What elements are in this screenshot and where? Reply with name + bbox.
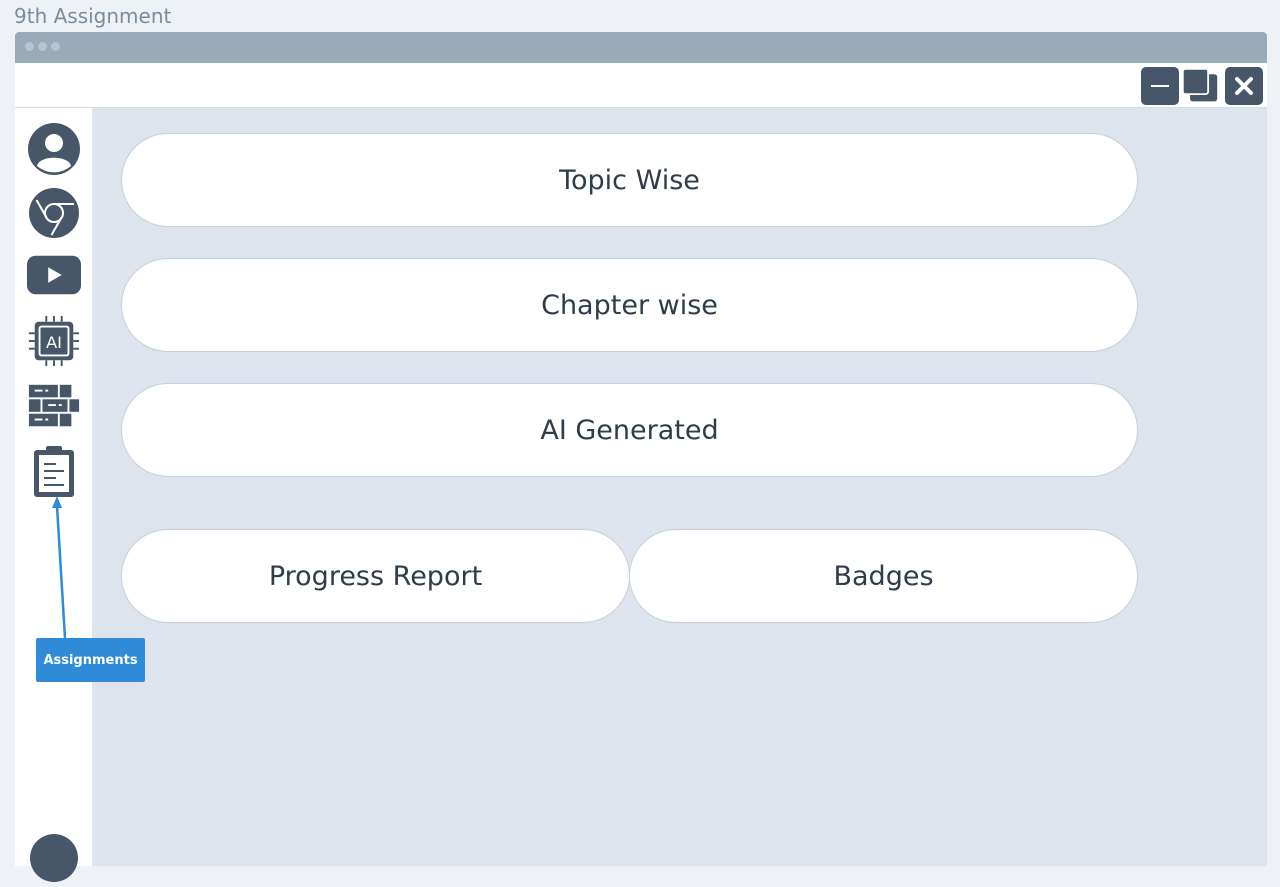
badges-button[interactable]: Badges <box>629 529 1138 623</box>
assignments-tooltip: Assignments <box>36 638 145 682</box>
restore-icon <box>1181 67 1218 102</box>
sidebar: AI <box>15 108 92 882</box>
progress-report-button[interactable]: Progress Report <box>121 529 630 623</box>
clipboard-icon <box>34 446 74 497</box>
window-dot <box>38 42 47 51</box>
close-icon <box>1235 77 1253 95</box>
page-title: 9th Assignment <box>14 4 172 28</box>
chrome-icon <box>29 188 79 238</box>
window-dot <box>51 42 60 51</box>
ai-chip-icon: AI <box>28 315 80 367</box>
sidebar-item-assignments[interactable] <box>27 444 81 498</box>
avatar[interactable] <box>29 833 79 883</box>
sidebar-item-chrome[interactable] <box>27 186 81 240</box>
sidebar-item-bricks[interactable] <box>27 380 81 434</box>
close-button[interactable] <box>1225 67 1263 105</box>
user-icon <box>28 123 80 175</box>
ai-generated-button[interactable]: AI Generated <box>121 383 1138 477</box>
window-titlebar[interactable] <box>15 32 1267 63</box>
minimize-icon <box>1151 85 1169 87</box>
window-toolbar <box>15 63 1267 108</box>
minimize-button[interactable] <box>1141 67 1179 105</box>
window-dot <box>25 42 34 51</box>
topic-wise-button[interactable]: Topic Wise <box>121 133 1138 227</box>
app-window: AI Topic Wise Chapter wise AI Generated … <box>15 32 1267 882</box>
bricks-icon <box>28 384 80 427</box>
sidebar-item-profile[interactable] <box>27 122 81 176</box>
sidebar-item-youtube[interactable] <box>27 248 81 302</box>
chapter-wise-button[interactable]: Chapter wise <box>121 258 1138 352</box>
sidebar-item-ai[interactable]: AI <box>27 314 81 368</box>
ai-chip-label: AI <box>46 333 62 352</box>
window-dots <box>25 42 60 51</box>
main-content: Topic Wise Chapter wise AI Generated Pro… <box>92 108 1267 866</box>
restore-button[interactable] <box>1181 67 1219 105</box>
youtube-icon <box>27 255 81 295</box>
